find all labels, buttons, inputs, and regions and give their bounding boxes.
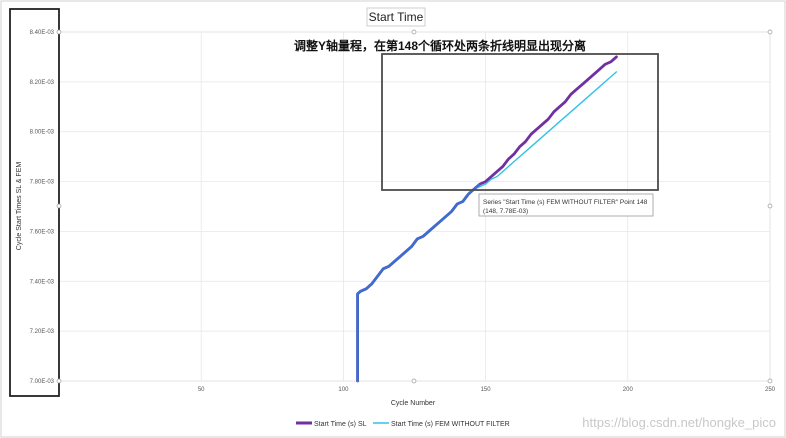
chart-container: 7.00E-03 7.20E-03 7.40E-03 7.60E-03 7.80E-03…	[0, 0, 786, 438]
x-tick-label: 100	[338, 387, 349, 393]
y-tick-label: 7.40E-03	[30, 279, 55, 285]
annotation-text: 调整Y轴量程，在第148个循环处两条折线明显出现分离	[294, 38, 586, 53]
legend: Start Time (s) SL Start Time (s) FEM WIT…	[296, 421, 510, 428]
y-axis-label: Cycle Start Times SL & FEM	[16, 162, 23, 251]
y-tick-label: 8.40E-03	[30, 30, 55, 36]
chart-title: Start Time	[369, 10, 424, 24]
x-tick-label: 50	[198, 387, 205, 393]
chart-frame	[0, 0, 786, 438]
y-tick-label: 7.00E-03	[30, 379, 55, 385]
y-tick-label: 7.80E-03	[30, 180, 55, 186]
x-axis-label: Cycle Number	[391, 400, 436, 407]
legend-label-fem: Start Time (s) FEM WITHOUT FILTER	[391, 421, 510, 428]
x-tick-label: 150	[481, 387, 492, 393]
chart-canvas: 7.00E-03 7.20E-03 7.40E-03 7.60E-03 7.80E-03…	[0, 0, 786, 438]
y-tick-label: 8.00E-03	[30, 130, 55, 136]
y-tick-label: 7.60E-03	[30, 229, 55, 235]
tooltip-line-2: (148, 7.78E-03)	[483, 208, 528, 215]
legend-label-sl: Start Time (s) SL	[314, 421, 367, 428]
tooltip-line-1: Series "Start Time (s) FEM WITHOUT FILTE…	[483, 199, 648, 206]
x-tick-label: 200	[623, 387, 634, 393]
x-tick-label: 250	[765, 387, 776, 393]
y-tick-label: 7.20E-03	[30, 329, 55, 335]
watermark-text: https://blog.csdn.net/hongke_pico	[582, 415, 776, 430]
y-tick-label: 8.20E-03	[30, 80, 55, 86]
